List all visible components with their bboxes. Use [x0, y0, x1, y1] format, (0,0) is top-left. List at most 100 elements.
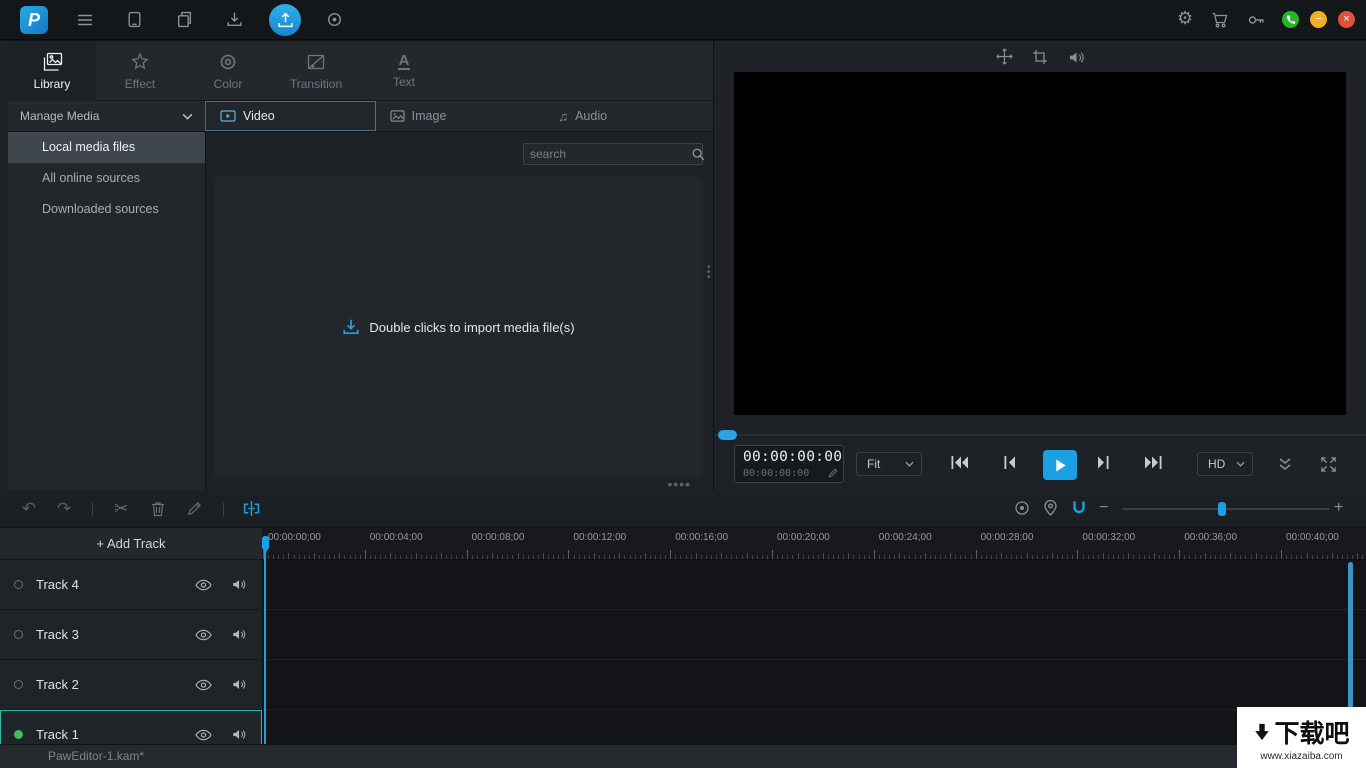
track-record-dot[interactable]: [14, 580, 23, 589]
skip-to-start-button[interactable]: [950, 455, 969, 470]
tab-transition[interactable]: Transition: [272, 41, 360, 101]
search-input[interactable]: [524, 147, 691, 161]
zoom-out-icon[interactable]: −: [1099, 499, 1108, 517]
settings-gear-icon[interactable]: ⚙: [1177, 10, 1193, 27]
source-all-online-sources[interactable]: All online sources: [8, 163, 205, 194]
add-track-button[interactable]: + Add Track: [0, 528, 262, 560]
cart-icon[interactable]: [1211, 11, 1229, 29]
previous-frame-button[interactable]: [1003, 455, 1016, 470]
timeline-lane[interactable]: [263, 610, 1366, 660]
tab-library-label: Library: [34, 77, 71, 91]
skip-to-end-button[interactable]: [1144, 455, 1163, 470]
export-upload-button[interactable]: [269, 4, 301, 36]
zoom-mode-select[interactable]: Fit: [856, 452, 922, 476]
edit-pencil-icon[interactable]: [187, 501, 202, 516]
minimize-button[interactable]: −: [1310, 11, 1327, 28]
media-toolbar: Manage Media Video Image ♫ Audio: [8, 101, 713, 132]
tab-effect-label: Effect: [125, 77, 155, 91]
track-record-dot[interactable]: [14, 630, 23, 639]
play-button[interactable]: [1043, 450, 1077, 480]
record-icon[interactable]: [326, 11, 343, 28]
timeline-lane[interactable]: [263, 560, 1366, 610]
color-icon: [218, 52, 238, 72]
volume-icon[interactable]: [1068, 50, 1085, 65]
zoom-in-icon[interactable]: +: [1334, 499, 1343, 517]
tab-effect[interactable]: Effect: [96, 41, 184, 101]
tab-library[interactable]: Library: [8, 41, 96, 101]
watermark-url: www.xiazaiba.com: [1260, 751, 1342, 762]
key-icon[interactable]: [1247, 11, 1265, 29]
zoom-slider[interactable]: [1122, 508, 1330, 510]
track-header-track2[interactable]: Track 2: [0, 660, 262, 710]
cut-scissors-icon[interactable]: ✂: [114, 500, 128, 517]
track-name: Track 2: [36, 677, 190, 692]
edit-timecode-pencil-icon[interactable]: [828, 468, 838, 478]
keyframe-icon[interactable]: [1014, 500, 1030, 516]
quality-select[interactable]: HD: [1197, 452, 1253, 476]
seek-bar[interactable]: [714, 434, 1366, 436]
track-mute-speaker-icon[interactable]: [226, 578, 252, 591]
close-button[interactable]: ×: [1338, 11, 1355, 28]
delete-trash-icon[interactable]: [151, 501, 165, 517]
crop-icon[interactable]: [1032, 49, 1048, 65]
preview-panel: 00:00:00:00 00:00:00:00 Fit HD: [713, 41, 1366, 490]
move-icon[interactable]: [996, 48, 1013, 65]
whatsapp-button[interactable]: [1282, 11, 1299, 28]
timecode-display[interactable]: 00:00:00:00 00:00:00:00: [734, 445, 844, 483]
next-frame-button[interactable]: [1097, 455, 1110, 470]
track-header-track3[interactable]: Track 3: [0, 610, 262, 660]
tab-audio-label: Audio: [575, 109, 607, 123]
menu-icon[interactable]: [76, 11, 94, 29]
playhead-line: [264, 550, 266, 744]
fullscreen-icon[interactable]: [1320, 456, 1337, 473]
track-header-track4[interactable]: Track 4: [0, 560, 262, 610]
track-visibility-eye-icon[interactable]: [190, 729, 216, 741]
tab-audio[interactable]: ♫ Audio: [544, 101, 713, 131]
statusbar: PawEditor-1.kam*: [0, 744, 1366, 768]
track-mute-speaker-icon[interactable]: [226, 678, 252, 691]
app-logo[interactable]: P: [20, 6, 48, 34]
undo-icon[interactable]: ↶: [22, 500, 36, 517]
save-project-icon[interactable]: [126, 11, 143, 28]
tab-color[interactable]: Color: [184, 41, 272, 101]
split-clip-icon[interactable]: [243, 500, 260, 517]
track-mute-speaker-icon[interactable]: [226, 628, 252, 641]
track-visibility-eye-icon[interactable]: [190, 679, 216, 691]
tab-text[interactable]: A Text: [360, 41, 448, 101]
transition-icon: [306, 52, 326, 72]
track-record-dot[interactable]: [14, 680, 23, 689]
import-icon[interactable]: [226, 11, 243, 28]
track-mute-speaker-icon[interactable]: [226, 728, 252, 741]
source-local-media-files[interactable]: Local media files: [8, 132, 205, 163]
panel-resize-handle-vertical[interactable]: •••: [707, 265, 711, 280]
timecode-current: 00:00:00:00: [743, 449, 842, 465]
search-icon[interactable]: [691, 147, 711, 161]
redo-icon[interactable]: ↷: [57, 500, 71, 517]
chevron-down-icon: [905, 461, 914, 467]
zoom-slider-handle[interactable]: [1218, 502, 1226, 516]
image-icon: [390, 110, 405, 122]
titlebar: P ⚙ − ×: [0, 0, 1366, 40]
magnet-snap-icon[interactable]: [1071, 500, 1087, 516]
tab-video[interactable]: Video: [205, 101, 376, 131]
tab-image[interactable]: Image: [376, 101, 545, 131]
timeline-lanes[interactable]: [263, 560, 1366, 744]
toolbar-separator: [92, 502, 93, 516]
marker-pin-icon[interactable]: [1044, 500, 1057, 516]
upload-icon: [277, 12, 294, 29]
import-media-dropzone[interactable]: Double clicks to import media file(s): [214, 177, 703, 477]
timeline-ruler[interactable]: 00:00:00;0000:00:04;0000:00:08;0000:00:1…: [263, 528, 1366, 560]
timeline-toolbar: ↶ ↷ ✂ − +: [0, 490, 1366, 528]
timeline-lane[interactable]: [263, 660, 1366, 710]
seek-handle[interactable]: [718, 430, 737, 440]
collapse-double-chevron-icon[interactable]: [1277, 457, 1293, 472]
track-visibility-eye-icon[interactable]: [190, 579, 216, 591]
manage-media-dropdown[interactable]: Manage Media: [8, 101, 205, 131]
track-visibility-eye-icon[interactable]: [190, 629, 216, 641]
source-downloaded-sources[interactable]: Downloaded sources: [8, 194, 205, 225]
ruler-time-label: 00:00:04;00: [370, 532, 423, 543]
ruler-time-label: 00:00:00;00: [268, 532, 321, 543]
track-record-dot[interactable]: [14, 730, 23, 739]
copy-icon[interactable]: [176, 11, 193, 28]
paweditor-window: P ⚙ − ×: [0, 0, 1366, 768]
